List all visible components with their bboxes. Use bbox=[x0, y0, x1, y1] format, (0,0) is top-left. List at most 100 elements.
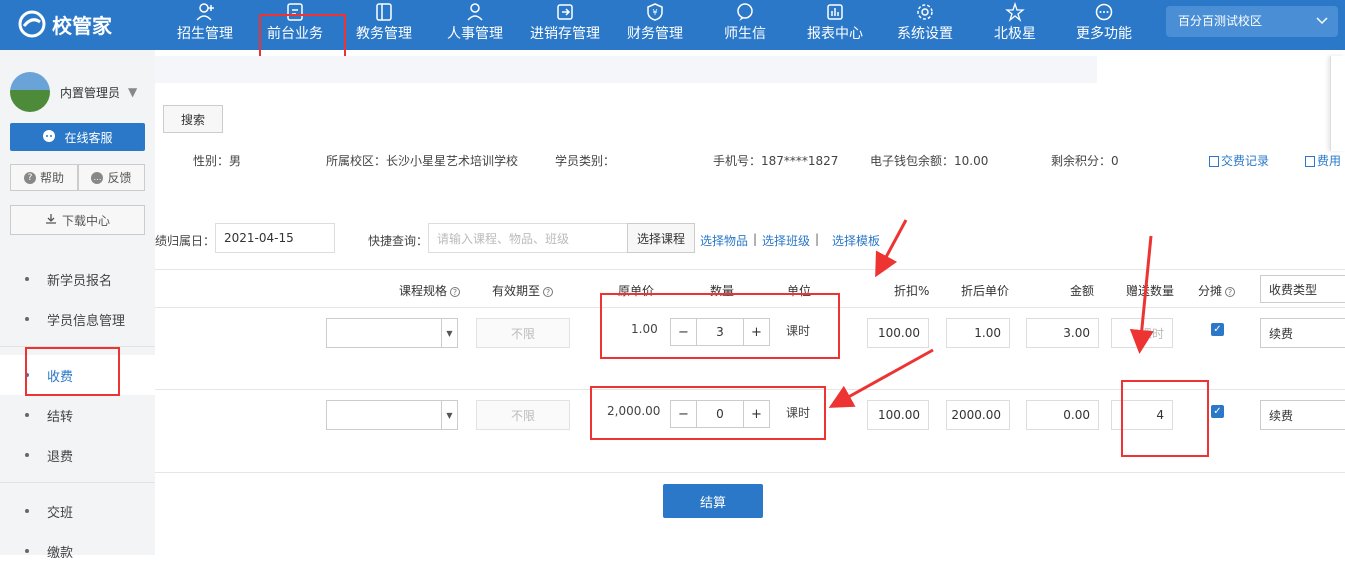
after-price-input[interactable]: 1.00 bbox=[946, 318, 1010, 348]
gift-qty-input[interactable]: 4 bbox=[1111, 400, 1173, 430]
nav-academic[interactable]: 教务管理 bbox=[344, 0, 424, 50]
campus-selector[interactable]: 百分百测试校区 bbox=[1166, 6, 1338, 37]
person-icon bbox=[467, 3, 483, 21]
header-split-label: 分摊 bbox=[1198, 284, 1223, 298]
nav-finance[interactable]: ¥ 财务管理 bbox=[615, 0, 695, 50]
choose-item-link[interactable]: 选择物品 bbox=[700, 232, 748, 249]
split-checkbox[interactable]: ✓ bbox=[1211, 405, 1224, 418]
help-icon[interactable]: ? bbox=[450, 286, 461, 297]
header-unit: 单位 bbox=[787, 284, 812, 298]
choose-class-link[interactable]: 选择班级 bbox=[762, 232, 810, 249]
person-plus-icon bbox=[196, 3, 214, 21]
help-button[interactable]: ? 帮助 bbox=[10, 164, 78, 191]
quantity-stepper[interactable]: − 0 + bbox=[670, 400, 770, 428]
feedback-button[interactable]: … 反馈 bbox=[78, 164, 145, 191]
plus-button[interactable]: + bbox=[743, 401, 769, 427]
sidebar-item-label: 学员信息管理 bbox=[47, 313, 126, 329]
help-icon[interactable]: ? bbox=[543, 286, 554, 297]
bullet bbox=[25, 317, 29, 321]
nav-label: 更多功能 bbox=[1076, 26, 1132, 42]
separator-pipe: | bbox=[815, 232, 820, 246]
sidebar-item-payment[interactable]: 缴款 bbox=[0, 531, 155, 571]
svg-text:¥: ¥ bbox=[652, 8, 657, 17]
nav-label: 报表中心 bbox=[807, 26, 863, 42]
fee-type-select[interactable]: 续费 bbox=[1260, 318, 1345, 348]
exchange-icon bbox=[557, 4, 573, 20]
search-button[interactable]: 搜索 bbox=[163, 105, 223, 133]
download-center-button[interactable]: 下载中心 bbox=[10, 205, 145, 235]
gear-icon bbox=[917, 4, 933, 20]
valid-until-field: 不限 bbox=[476, 318, 570, 348]
chevron-down-icon bbox=[1316, 6, 1328, 49]
nav-settings[interactable]: 系统设置 bbox=[885, 0, 965, 50]
nav-more[interactable]: 更多功能 bbox=[1064, 0, 1144, 50]
sidebar-item-label: 收费 bbox=[47, 369, 74, 385]
sidebar-item-label: 缴款 bbox=[47, 545, 74, 561]
bullet bbox=[25, 509, 29, 513]
gift-qty-input[interactable]: 课时 bbox=[1111, 318, 1173, 348]
header-spec: 课程规格? bbox=[399, 282, 461, 299]
fee-type-header-select[interactable]: 收费类型 bbox=[1260, 275, 1345, 303]
choose-course-button[interactable]: 选择课程 bbox=[627, 223, 695, 253]
fee-type-select[interactable]: 续费 bbox=[1260, 400, 1345, 430]
quantity-value[interactable]: 0 bbox=[697, 401, 743, 427]
nav-polaris[interactable]: 北极星 bbox=[975, 0, 1055, 50]
nav-reports[interactable]: 报表中心 bbox=[795, 0, 875, 50]
more-circle-icon bbox=[1095, 3, 1113, 21]
fee-type-header-label: 收费类型 bbox=[1269, 282, 1318, 297]
fee-link-label: 费用 bbox=[1317, 154, 1342, 168]
online-service-button[interactable]: 在线客服 bbox=[10, 123, 145, 151]
date-input[interactable]: 2021-04-15 bbox=[215, 223, 335, 253]
amount-input[interactable]: 3.00 bbox=[1026, 318, 1099, 348]
spec-select[interactable]: ▼ bbox=[326, 318, 458, 348]
date-value: 2021-04-15 bbox=[224, 231, 294, 245]
header-after-price: 折后单价 bbox=[961, 284, 1010, 298]
nav-front-desk[interactable]: 前台业务 bbox=[255, 0, 335, 50]
fee-type-value: 续费 bbox=[1269, 326, 1294, 341]
student-campus: 所属校区：长沙小星星艺术培训学校 bbox=[326, 154, 519, 168]
spec-select[interactable]: ▼ bbox=[326, 400, 458, 430]
nav-enrollment[interactable]: 招生管理 bbox=[165, 0, 245, 50]
quantity-stepper[interactable]: − 3 + bbox=[670, 318, 770, 346]
nav-hr[interactable]: 人事管理 bbox=[435, 0, 515, 50]
download-icon bbox=[45, 213, 57, 228]
fee-record-link[interactable]: 交费记录 bbox=[1209, 152, 1269, 169]
user-menu[interactable]: 内置管理员 ▼ bbox=[10, 72, 137, 112]
discount-input[interactable]: 100.00 bbox=[867, 318, 929, 348]
fee-link[interactable]: 费用 bbox=[1305, 152, 1341, 169]
sidebar-item-charge[interactable]: 收费 bbox=[0, 355, 155, 395]
user-name: 内置管理员 bbox=[60, 85, 121, 100]
table-header: 课程规格? 有效期至? 原单价 数量 单位 折扣% 折后单价 金额 赠送数量 分… bbox=[155, 269, 1345, 308]
sidebar-item-transfer[interactable]: 结转 bbox=[0, 395, 155, 435]
nav-inventory[interactable]: 进销存管理 bbox=[523, 0, 607, 50]
split-checkbox[interactable]: ✓ bbox=[1211, 323, 1224, 336]
amount-value: 3.00 bbox=[1063, 326, 1090, 340]
plus-button[interactable]: + bbox=[743, 319, 769, 345]
valid-until-field: 不限 bbox=[476, 400, 570, 430]
amount-value: 0.00 bbox=[1063, 408, 1090, 422]
minus-button[interactable]: − bbox=[671, 319, 697, 345]
sidebar: 内置管理员 ▼ 在线客服 ? 帮助 … 反馈 下载中心 新学员报名 学员信息管理… bbox=[0, 50, 155, 561]
sidebar-item-new-enrollment[interactable]: 新学员报名 bbox=[0, 259, 155, 299]
discount-value: 100.00 bbox=[878, 408, 920, 422]
discount-value: 100.00 bbox=[878, 326, 920, 340]
quick-search-input[interactable]: 请输入课程、物品、班级 bbox=[428, 223, 628, 253]
student-phone: 手机号：187****1827 bbox=[713, 154, 839, 168]
sidebar-item-student-info[interactable]: 学员信息管理 bbox=[0, 299, 155, 339]
sidebar-item-refund[interactable]: 退费 bbox=[0, 435, 155, 475]
discount-input[interactable]: 100.00 bbox=[867, 400, 929, 430]
quantity-value[interactable]: 3 bbox=[697, 319, 743, 345]
header-split: 分摊? bbox=[1198, 282, 1236, 299]
amount-input[interactable]: 0.00 bbox=[1026, 400, 1099, 430]
minus-button[interactable]: − bbox=[671, 401, 697, 427]
after-price-input[interactable]: 2000.00 bbox=[946, 400, 1010, 430]
sidebar-item-handover[interactable]: 交班 bbox=[0, 491, 155, 531]
logo[interactable]: 校管家 bbox=[18, 8, 112, 40]
help-icon[interactable]: ? bbox=[1225, 286, 1236, 297]
header-band bbox=[155, 56, 1097, 83]
settle-button[interactable]: 结算 bbox=[663, 484, 763, 518]
choose-template-link[interactable]: 选择模板 bbox=[832, 232, 880, 249]
header-price: 原单价 bbox=[618, 284, 655, 298]
nav-messaging[interactable]: 师生信 bbox=[705, 0, 785, 50]
caret-down-icon: ▼ bbox=[128, 85, 138, 99]
